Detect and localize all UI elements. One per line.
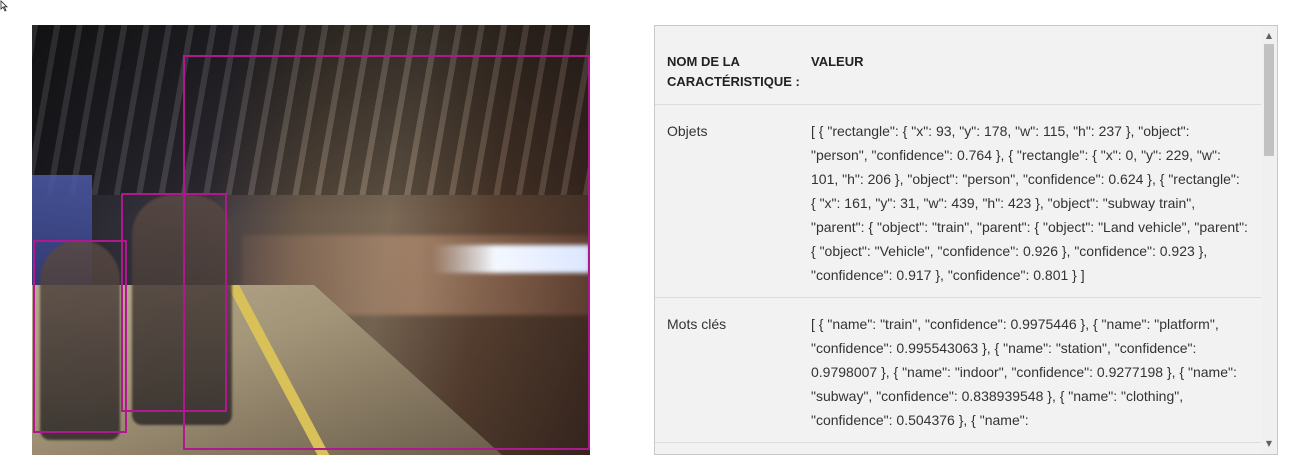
features-table: NOM DE LA CARACTÉRISTIQUE : VALEUR Objet… [655,26,1262,443]
feature-name: Mots clés [667,316,727,332]
table-header-row: NOM DE LA CARACTÉRISTIQUE : VALEUR [655,26,1262,105]
table-row: Mots clés [ { "name": "train", "confiden… [655,298,1262,443]
feature-value: [ { "rectangle": { "x": 93, "y": 178, "w… [811,123,1248,283]
vertical-scrollbar[interactable]: ▲ ▼ [1261,26,1277,454]
triangle-up-icon[interactable]: ▲ [1261,28,1277,44]
feature-value: [ { "name": "train", "confidence": 0.997… [811,316,1237,428]
column-header-name: NOM DE LA CARACTÉRISTIQUE : [667,54,800,89]
bounding-box-person [121,193,227,412]
bounding-box-person [33,240,127,433]
triangle-down-icon[interactable]: ▼ [1261,436,1277,452]
results-panel[interactable]: NOM DE LA CARACTÉRISTIQUE : VALEUR Objet… [654,25,1278,455]
table-row: Objets [ { "rectangle": { "x": 93, "y": … [655,105,1262,298]
scrollbar-thumb[interactable] [1264,44,1274,156]
column-header-value: VALEUR [811,54,864,69]
mouse-pointer-icon [0,0,8,12]
feature-name: Objets [667,123,708,139]
analyzed-image [32,25,590,455]
bounding-box-subway-train [183,55,590,450]
